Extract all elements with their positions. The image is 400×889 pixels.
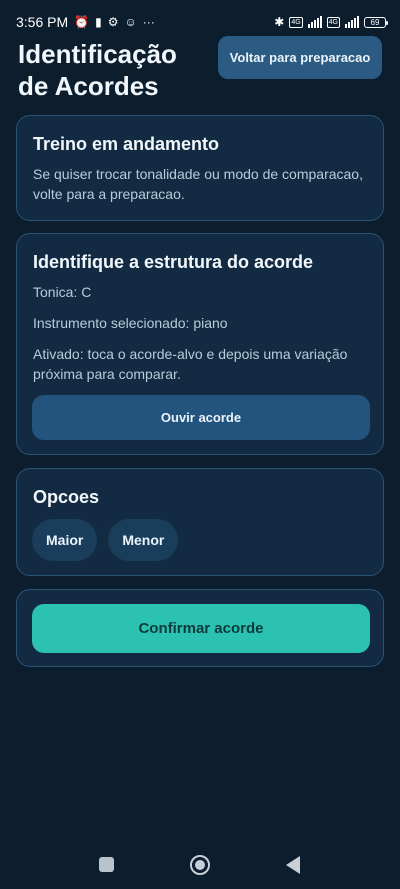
- option-minor-button[interactable]: Menor: [108, 519, 179, 561]
- training-status-title: Treino em andamento: [33, 134, 220, 154]
- options-list: Maior Menor: [32, 519, 179, 561]
- back-to-preparation-button[interactable]: Voltar para preparacao: [218, 36, 382, 79]
- status-time: 3:56 PM: [16, 14, 69, 30]
- options-title: Opcoes: [33, 487, 100, 507]
- activated-text: Ativado: toca o acorde-alvo e depois uma…: [33, 346, 348, 382]
- network-type-2: 4G: [326, 16, 340, 28]
- confirm-chord-button[interactable]: Confirmar acorde: [32, 604, 370, 653]
- alarm-icon: ⏰: [74, 15, 90, 29]
- accessibility-icon: ☺: [124, 15, 137, 29]
- confirm-card: Confirmar acorde: [16, 589, 384, 667]
- app-icon: ⚙: [107, 15, 119, 29]
- listen-chord-button[interactable]: Ouvir acorde: [32, 395, 370, 440]
- bluetooth-icon: ✱: [274, 15, 285, 29]
- signal-icon-2: [345, 16, 359, 28]
- signal-icon-1: [307, 16, 322, 28]
- network-type-1: 4G: [289, 16, 303, 28]
- status-right: ✱ 4G 4G 69: [274, 15, 388, 29]
- system-navigation-bar: [0, 840, 400, 889]
- back-icon[interactable]: [286, 856, 300, 874]
- home-icon[interactable]: [190, 855, 210, 875]
- options-card: Opcoes Maior Menor: [16, 468, 384, 576]
- battery-icon: 69: [364, 16, 388, 28]
- training-status-card: Treino em andamento Se quiser trocar ton…: [16, 115, 384, 221]
- more-notifications-icon: ···: [142, 15, 155, 29]
- page-title: Identificação de Acordes: [18, 39, 177, 101]
- training-status-text: Se quiser trocar tonalidade ou modo de c…: [33, 166, 363, 202]
- recent-apps-icon[interactable]: [99, 857, 114, 872]
- status-left: 3:56 PM ⏰ ▮ ⚙ ☺ ···: [16, 14, 155, 30]
- chord-question-title: Identifique a estrutura do acorde: [33, 252, 314, 272]
- notification-icon: ▮: [95, 15, 102, 29]
- tonic-text: Tonica: C: [33, 284, 92, 300]
- chord-question-card: Identifique a estrutura do acorde Tonica…: [16, 233, 384, 455]
- option-major-button[interactable]: Maior: [32, 519, 98, 561]
- instrument-text: Instrumento selecionado: piano: [33, 315, 228, 331]
